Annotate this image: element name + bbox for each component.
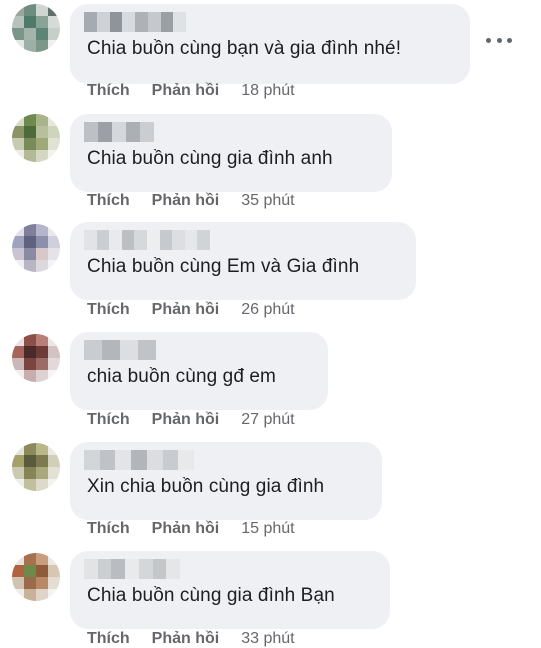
comment-bubble: Chia buồn cùng gia đình anh bbox=[70, 114, 392, 192]
reply-button[interactable]: Phản hồi bbox=[152, 630, 220, 648]
commenter-name-blurred[interactable] bbox=[84, 559, 180, 579]
comment-bubble: Chia buồn cùng gia đình Bạn bbox=[70, 551, 390, 629]
comment-text: Chia buồn cùng gia đình Bạn bbox=[87, 585, 335, 606]
comment-timestamp[interactable]: 18 phút bbox=[241, 82, 294, 100]
commenter-name-blurred[interactable] bbox=[84, 340, 156, 360]
like-button[interactable]: Thích bbox=[87, 520, 130, 538]
comment-actions: Thích Phản hồi 26 phút bbox=[87, 301, 295, 319]
avatar[interactable] bbox=[12, 443, 60, 491]
comment-actions: Thích Phản hồi 35 phút bbox=[87, 192, 295, 210]
dot-icon bbox=[507, 37, 512, 43]
like-button[interactable]: Thích bbox=[87, 630, 130, 648]
commenter-name-blurred[interactable] bbox=[84, 12, 186, 32]
comment-timestamp[interactable]: 35 phút bbox=[241, 192, 294, 210]
dot-icon bbox=[486, 37, 491, 43]
comment-bubble: Chia buồn cùng Em và Gia đình bbox=[70, 222, 416, 300]
comment-timestamp[interactable]: 33 phút bbox=[241, 630, 294, 648]
like-button[interactable]: Thích bbox=[87, 411, 130, 429]
like-button[interactable]: Thích bbox=[87, 301, 130, 319]
like-button[interactable]: Thích bbox=[87, 82, 130, 100]
comment-timestamp[interactable]: 26 phút bbox=[241, 301, 294, 319]
avatar[interactable] bbox=[12, 553, 60, 601]
comment-text: chia buồn cùng gđ em bbox=[87, 366, 276, 387]
comment-actions: Thích Phản hồi 18 phút bbox=[87, 82, 295, 100]
avatar[interactable] bbox=[12, 334, 60, 382]
comment-text: Xin chia buồn cùng gia đình bbox=[87, 476, 325, 497]
comment-actions: Thích Phản hồi 33 phút bbox=[87, 630, 295, 648]
like-button[interactable]: Thích bbox=[87, 192, 130, 210]
comment-text: Chia buồn cùng Em và Gia đình bbox=[87, 256, 360, 277]
comment-bubble: chia buồn cùng gđ em bbox=[70, 332, 328, 410]
reply-button[interactable]: Phản hồi bbox=[152, 301, 220, 319]
reply-button[interactable]: Phản hồi bbox=[152, 520, 220, 538]
comment-text: Chia buồn cùng bạn và gia đình nhé! bbox=[87, 38, 402, 59]
commenter-name-blurred[interactable] bbox=[84, 450, 194, 470]
avatar[interactable] bbox=[12, 224, 60, 272]
comment-actions: Thích Phản hồi 15 phút bbox=[87, 520, 295, 538]
comment-bubble: Chia buồn cùng bạn và gia đình nhé! bbox=[70, 4, 470, 84]
more-options-icon[interactable] bbox=[486, 30, 512, 50]
comment-text: Chia buồn cùng gia đình anh bbox=[87, 148, 333, 169]
comment-timestamp[interactable]: 15 phút bbox=[241, 520, 294, 538]
reply-button[interactable]: Phản hồi bbox=[152, 192, 220, 210]
comment-timestamp[interactable]: 27 phút bbox=[241, 411, 294, 429]
reply-button[interactable]: Phản hồi bbox=[152, 82, 220, 100]
comment-bubble: Xin chia buồn cùng gia đình bbox=[70, 442, 382, 520]
commenter-name-blurred[interactable] bbox=[84, 230, 210, 250]
avatar[interactable] bbox=[12, 114, 60, 162]
dot-icon bbox=[496, 37, 502, 43]
avatar[interactable] bbox=[12, 4, 60, 52]
comment-actions: Thích Phản hồi 27 phút bbox=[87, 411, 295, 429]
reply-button[interactable]: Phản hồi bbox=[152, 411, 220, 429]
commenter-name-blurred[interactable] bbox=[84, 122, 154, 142]
